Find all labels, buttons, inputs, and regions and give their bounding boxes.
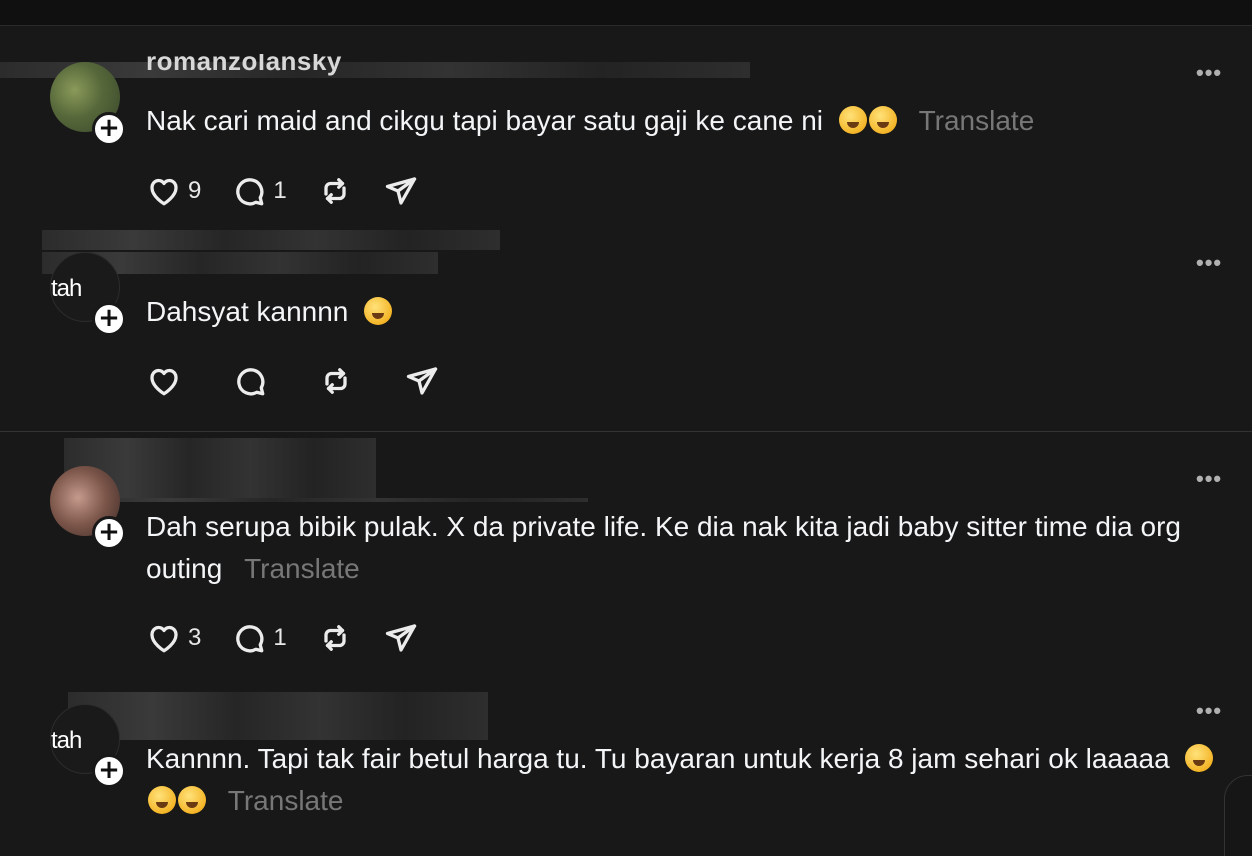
avatar[interactable]: + — [50, 62, 126, 146]
follow-plus-icon[interactable]: + — [92, 302, 126, 336]
reply-button[interactable] — [232, 363, 268, 399]
follow-plus-icon[interactable]: + — [92, 754, 126, 788]
scroll-overlay-edge — [1224, 775, 1252, 856]
like-count: 9 — [188, 177, 202, 204]
comment-icon — [236, 625, 264, 653]
loudly-crying-face-icon — [838, 106, 867, 134]
repost-button[interactable] — [318, 363, 354, 399]
post-text-body: Nak cari maid and cikgu tapi bayar satu … — [146, 105, 824, 136]
reply-button[interactable]: 1 — [231, 173, 287, 209]
translate-link[interactable]: Translate — [919, 105, 1035, 136]
send-icon — [385, 624, 416, 652]
avatar[interactable]: + — [50, 466, 126, 550]
top-bar — [0, 0, 1252, 26]
avatar-green-mark — [51, 253, 73, 267]
heart-icon — [150, 368, 178, 396]
heart-icon — [150, 625, 178, 653]
tired-face-icon — [148, 786, 176, 814]
tired-face-icon — [1185, 744, 1214, 772]
more-options-icon[interactable]: ••• — [1196, 60, 1222, 86]
avatar[interactable]: tah + — [50, 704, 126, 788]
share-button[interactable] — [383, 620, 419, 656]
post-actions: 9 1 — [146, 171, 449, 211]
heart-icon — [150, 178, 178, 206]
translate-link[interactable]: Translate — [228, 785, 344, 816]
redacted-header — [42, 230, 500, 250]
comment-icon — [236, 178, 264, 206]
reply-button[interactable]: 1 — [231, 620, 287, 656]
repost-button[interactable] — [317, 173, 353, 209]
more-options-icon[interactable]: ••• — [1196, 466, 1222, 492]
reply-count: 1 — [273, 177, 287, 204]
more-options-icon[interactable]: ••• — [1196, 250, 1222, 276]
follow-plus-icon[interactable]: + — [92, 112, 126, 146]
like-button[interactable]: 9 — [146, 173, 201, 209]
avatar-text: tah — [51, 275, 82, 302]
reply-count: 1 — [273, 624, 287, 651]
repost-icon — [324, 625, 346, 651]
loudly-crying-face-icon — [868, 106, 897, 134]
post-text: Dah serupa bibik pulak. X da private lif… — [146, 506, 1236, 590]
send-icon — [406, 367, 438, 395]
post-text: Nak cari maid and cikgu tapi bayar satu … — [146, 100, 1236, 142]
translate-link[interactable]: Translate — [244, 553, 360, 584]
redacted-header — [68, 692, 488, 740]
comment-icon — [237, 368, 265, 396]
post-text-body: Kannnn. Tapi tak fair betul harga tu. Tu… — [146, 743, 1170, 774]
pleading-face-icon — [178, 786, 206, 814]
like-button[interactable] — [146, 363, 182, 399]
post-text: Kannnn. Tapi tak fair betul harga tu. Tu… — [146, 738, 1236, 822]
post-text-body: Dahsyat kannnn — [146, 296, 349, 327]
send-icon — [385, 177, 416, 205]
repost-button[interactable] — [317, 620, 353, 656]
tired-face-icon — [364, 297, 393, 325]
like-count: 3 — [188, 624, 202, 651]
like-button[interactable]: 3 — [146, 620, 201, 656]
more-options-icon[interactable]: ••• — [1196, 698, 1222, 724]
username[interactable]: romanzolansky — [146, 54, 342, 80]
post-text: Dahsyat kannnn — [146, 291, 1236, 333]
avatar-green-mark — [51, 705, 73, 719]
post-actions — [146, 361, 470, 401]
avatar-text: tah — [51, 727, 82, 754]
follow-plus-icon[interactable]: + — [92, 516, 126, 550]
share-button[interactable] — [404, 363, 440, 399]
share-button[interactable] — [383, 173, 419, 209]
thread-divider — [0, 431, 1252, 432]
redacted-header — [64, 498, 588, 502]
post-actions: 3 1 — [146, 618, 449, 658]
repost-icon — [324, 178, 346, 204]
repost-icon — [325, 368, 347, 394]
avatar[interactable]: tah + — [50, 252, 126, 336]
